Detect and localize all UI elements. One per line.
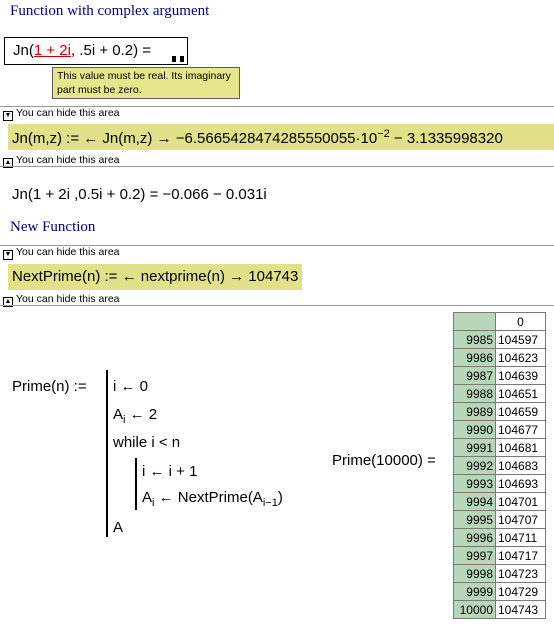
error-argument[interactable]: 1 + 2i (34, 42, 71, 59)
row-index: 9987 (453, 366, 496, 385)
row-index: 10000 (453, 600, 496, 619)
close-paren: ) (277, 489, 283, 506)
row-value: 104681 (495, 438, 546, 457)
var-a: A (142, 489, 153, 506)
jn-expression[interactable]: Jn(1 + 2i, .5i + 0.2) = (13, 42, 151, 59)
program-line-nextprime[interactable]: Ai ← NextPrime(Ai−1) (142, 489, 283, 509)
column-header: 0 (495, 312, 546, 331)
row-value: 104711 (495, 528, 546, 547)
row-value: 104623 (495, 348, 546, 367)
jn-rest: , .5i + 0.2) = (70, 42, 152, 59)
row-value: 104723 (495, 564, 546, 583)
table-row[interactable]: 9994 104701 (453, 492, 546, 511)
region-label: You can hide this area (16, 246, 120, 258)
table-row[interactable]: 9988 104651 (453, 384, 546, 403)
table-row[interactable]: 9987 104639 (453, 366, 546, 385)
region-divider (0, 305, 554, 306)
row-value: 104707 (495, 510, 546, 529)
table-row[interactable]: 9990 104677 (453, 420, 546, 439)
row-index: 9991 (453, 438, 496, 457)
row-value: 104743 (495, 600, 546, 619)
row-index: 9996 (453, 528, 496, 547)
table-row[interactable]: 9993 104693 (453, 474, 546, 493)
jn-definition[interactable]: Jn(m,z) := ← Jn(m,z) → −6.56654284742855… (8, 124, 554, 150)
row-value: 104701 (495, 492, 546, 511)
assign-value: ← 2 (125, 406, 158, 423)
program-line-init[interactable]: i ← 0 (113, 378, 148, 395)
region-label: You can hide this area (16, 154, 120, 166)
jn-expression-box[interactable]: Jn(1 + 2i, .5i + 0.2) = (4, 37, 188, 65)
table-row[interactable]: 9998 104723 (453, 564, 546, 583)
row-value: 104597 (495, 330, 546, 349)
section-heading-complex: Function with complex argument (10, 3, 210, 19)
row-index: 9990 (453, 420, 496, 439)
jn-definition-tail: − 3.1335998320 (389, 130, 503, 147)
result-table[interactable]: 0 9985 104597 9986 104623 9987 104639 9988 1046… (453, 312, 546, 619)
region-toggle-collapse[interactable]: ▼ You can hide this area (0, 246, 120, 260)
nextprime-call: ← NextPrime(A (154, 489, 263, 506)
row-value: 104651 (495, 384, 546, 403)
subscript: i−1 (262, 497, 278, 509)
nextprime-definition[interactable]: NextPrime(n) := ← nextprime(n) → 104743 (8, 264, 303, 290)
row-index: 9989 (453, 402, 496, 421)
program-line-return[interactable]: A (113, 519, 123, 536)
prime-lhs[interactable]: Prime(n) := (12, 378, 87, 395)
table-row[interactable]: 9999 104729 (453, 582, 546, 601)
region-divider (0, 166, 554, 167)
jn-result[interactable]: Jn(1 + 2i ,0.5i + 0.2) = −0.066 − 0.031i (12, 186, 267, 203)
program-line-while[interactable]: while i < n (113, 434, 180, 451)
table-row[interactable]: 9995 104707 (453, 510, 546, 529)
program-line-assign[interactable]: Ai ← 2 (113, 406, 157, 426)
jn-definition-exponent: −2 (377, 128, 390, 140)
section-heading-new-function: New Function (10, 219, 96, 235)
table-row[interactable]: 10000 104743 (453, 600, 546, 619)
row-index: 9993 (453, 474, 496, 493)
row-value: 104717 (495, 546, 546, 565)
result-placeholder[interactable] (172, 49, 188, 67)
program-bar (106, 370, 108, 537)
table-corner (453, 312, 496, 331)
table-row[interactable]: 9997 104717 (453, 546, 546, 565)
row-index: 9988 (453, 384, 496, 403)
while-body-bar (135, 458, 137, 510)
table-row[interactable]: 9996 104711 (453, 528, 546, 547)
row-index: 9999 (453, 582, 496, 601)
table-row[interactable]: 9986 104623 (453, 348, 546, 367)
region-label: You can hide this area (16, 107, 120, 119)
row-index: 9994 (453, 492, 496, 511)
program-line-increment[interactable]: i ← i + 1 (142, 463, 197, 480)
row-value: 104693 (495, 474, 546, 493)
table-row[interactable]: 9991 104681 (453, 438, 546, 457)
row-value: 104659 (495, 402, 546, 421)
triangle-down-icon[interactable]: ▼ (3, 250, 13, 260)
row-index: 9998 (453, 564, 496, 583)
error-tooltip: This value must be real. Its imaginary p… (52, 67, 240, 99)
jn-prefix: Jn( (13, 42, 34, 59)
table-row[interactable]: 9989 104659 (453, 402, 546, 421)
region-toggle-collapse[interactable]: ▼ You can hide this area (0, 107, 120, 121)
table-row[interactable]: 9985 104597 (453, 330, 546, 349)
row-index: 9992 (453, 456, 496, 475)
var-a: A (113, 406, 124, 423)
row-index: 9985 (453, 330, 496, 349)
row-index: 9997 (453, 546, 496, 565)
row-value: 104677 (495, 420, 546, 439)
jn-definition-text: Jn(m,z) := ← Jn(m,z) → −6.56654284742855… (12, 130, 378, 147)
row-value: 104683 (495, 456, 546, 475)
row-value: 104639 (495, 366, 546, 385)
table-row[interactable]: 9992 104683 (453, 456, 546, 475)
region-label: You can hide this area (16, 293, 120, 305)
row-index: 9986 (453, 348, 496, 367)
row-value: 104729 (495, 582, 546, 601)
row-index: 9995 (453, 510, 496, 529)
prime-eval-lhs[interactable]: Prime(10000) = (332, 452, 436, 469)
triangle-down-icon[interactable]: ▼ (3, 111, 13, 121)
